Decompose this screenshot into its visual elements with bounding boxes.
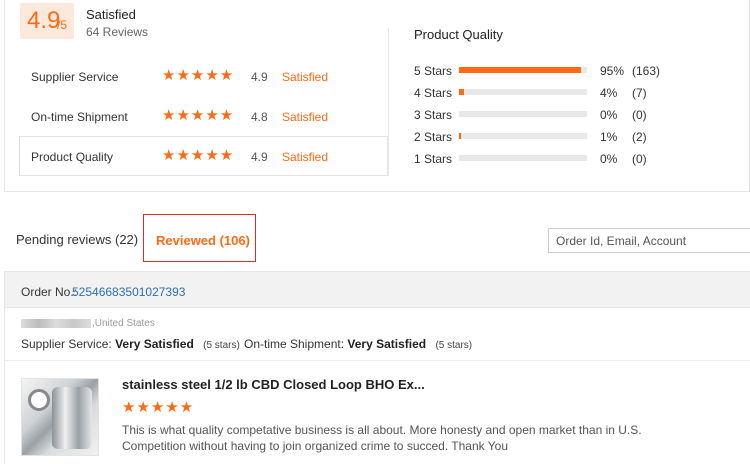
order-review-card: Order No.: 52546683501027393 ,United Sta… — [4, 271, 750, 464]
distribution-percent: 0% — [600, 108, 618, 122]
overall-score-suffix: /5 — [57, 18, 68, 32]
distribution-row: 2 Stars 1% (2) — [414, 129, 734, 151]
tab-pending-reviews[interactable]: Pending reviews (22) — [16, 232, 138, 247]
star-rating-icon: ★★★★★ — [162, 67, 235, 84]
rating-summary-panel: 4.9 /5 Satisfied 64 Reviews Supplier Ser… — [4, 0, 750, 192]
reviews-count: 64 Reviews — [86, 25, 149, 39]
metric-status: Satisfied — [282, 70, 329, 84]
metric-label: Supplier Service — [31, 70, 119, 84]
star-rating-icon: ★★★★★ — [162, 107, 235, 124]
star-distribution: 5 Stars 95% (163) 4 Stars 4% (7) 3 Stars… — [414, 63, 734, 173]
distribution-count: (7) — [632, 86, 647, 100]
supplier-service-value: Very Satisfied — [115, 337, 194, 351]
review-text: This is what quality competative busines… — [122, 423, 642, 453]
distribution-bar — [459, 89, 587, 95]
overall-score-badge: 4.9 /5 — [20, 3, 74, 39]
distribution-label: 5 Stars — [414, 64, 453, 78]
tab-reviewed-label: Reviewed (106) — [156, 233, 250, 248]
metric-row-product-quality[interactable]: Product Quality ★★★★★ 4.9 Satisfied — [19, 136, 388, 176]
ontime-shipment-label: On-time Shipment: — [244, 337, 345, 351]
distribution-percent: 1% — [600, 130, 618, 144]
buyer-location: ,United States — [92, 318, 155, 329]
metric-row-ontime-shipment[interactable]: On-time Shipment ★★★★★ 4.8 Satisfied — [19, 96, 388, 136]
ontime-shipment-stars: (5 stars) — [435, 340, 473, 351]
order-number-link[interactable]: 52546683501027393 — [72, 285, 185, 299]
distribution-percent: 4% — [600, 86, 618, 100]
tab-reviewed[interactable]: Reviewed (106) — [143, 214, 256, 262]
order-number-label: Order No.: — [21, 285, 78, 299]
star-rating-icon: ★★★★★ — [162, 147, 235, 164]
steel-cylinder-image — [52, 387, 92, 449]
distribution-bar — [459, 67, 587, 73]
overall-status: Satisfied — [86, 7, 136, 22]
metric-score: 4.9 — [251, 150, 268, 164]
ontime-shipment-rating: On-time Shipment: Very Satisfied (5 star… — [244, 337, 472, 351]
distribution-label: 2 Stars — [414, 130, 453, 144]
order-header: Order No.: 52546683501027393 — [5, 272, 750, 308]
pressure-gauge-icon — [28, 389, 50, 411]
distribution-row: 5 Stars 95% (163) — [414, 63, 734, 85]
metrics-list: Supplier Service ★★★★★ 4.9 Satisfied On-… — [19, 56, 388, 176]
ontime-shipment-value: Very Satisfied — [347, 337, 427, 351]
supplier-service-rating: Supplier Service: Very Satisfied (5 star… — [21, 337, 240, 351]
metric-status: Satisfied — [282, 110, 329, 124]
product-star-rating-icon: ★★★★★ — [122, 399, 195, 416]
metric-status: Satisfied — [282, 150, 329, 164]
metric-score: 4.8 — [251, 110, 268, 124]
product-title-link[interactable]: stainless steel 1/2 lb CBD Closed Loop B… — [122, 377, 425, 392]
distribution-bar — [459, 111, 587, 117]
review-tabs: Pending reviews (22) Reviewed (106) — [0, 212, 750, 262]
distribution-bar-fill — [459, 67, 581, 73]
distribution-row: 1 Stars 0% (0) — [414, 151, 734, 173]
distribution-bar-fill — [459, 89, 465, 95]
distribution-label: 3 Stars — [414, 108, 453, 122]
product-quality-title: Product Quality — [414, 27, 503, 42]
distribution-percent: 95% — [600, 64, 625, 78]
search-input[interactable] — [548, 228, 750, 253]
distribution-row: 3 Stars 0% (0) — [414, 107, 734, 129]
distribution-bar-fill — [459, 133, 462, 139]
metric-label: Product Quality — [31, 150, 114, 164]
supplier-service-label: Supplier Service: — [21, 337, 112, 351]
buyer-name-redacted — [21, 318, 91, 328]
metric-row-supplier-service[interactable]: Supplier Service ★★★★★ 4.9 Satisfied — [19, 56, 388, 96]
overall-score: 4.9 — [27, 7, 61, 34]
divider — [5, 360, 750, 361]
distribution-count: (0) — [632, 108, 647, 122]
distribution-label: 4 Stars — [414, 86, 453, 100]
distribution-percent: 0% — [600, 152, 618, 166]
distribution-count: (2) — [632, 130, 647, 144]
distribution-count: (0) — [632, 152, 647, 166]
distribution-bar — [459, 155, 587, 161]
buyer-info: ,United States — [21, 318, 155, 329]
distribution-bar — [459, 133, 587, 139]
distribution-count: (163) — [632, 64, 661, 78]
metric-label: On-time Shipment — [31, 110, 128, 124]
distribution-row: 4 Stars 4% (7) — [414, 85, 734, 107]
supplier-service-stars: (5 stars) — [203, 340, 240, 351]
distribution-label: 1 Stars — [414, 152, 453, 166]
panel-divider — [388, 28, 389, 176]
metric-score: 4.9 — [251, 70, 268, 84]
product-thumbnail[interactable] — [21, 378, 99, 456]
